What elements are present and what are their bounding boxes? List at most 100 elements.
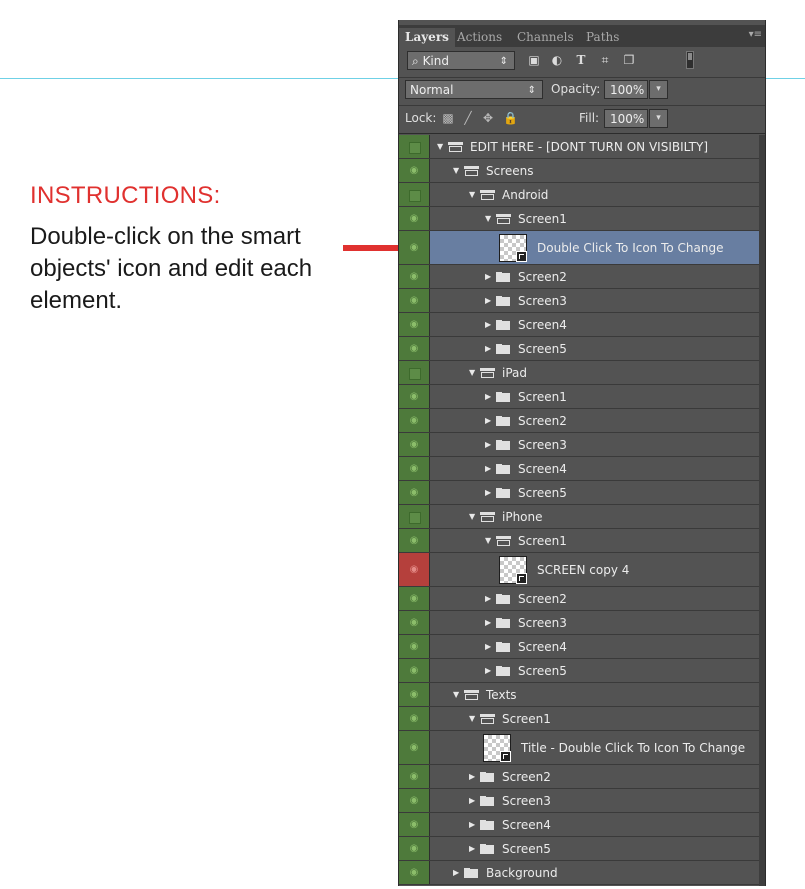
layer-group-row[interactable]: ◉ ▶ Screen2 — [399, 765, 759, 789]
layer-group-row[interactable]: ◉ ▶ Screen3 — [399, 611, 759, 635]
collapse-arrow-icon[interactable]: ▼ — [485, 213, 495, 225]
layer-group-row[interactable]: ◉ ▶ Screen4 — [399, 313, 759, 337]
visibility-toggle[interactable]: ◉ — [399, 337, 430, 360]
visibility-toggle[interactable]: ◉ — [399, 731, 430, 764]
expand-arrow-icon[interactable]: ▶ — [485, 593, 495, 605]
filter-toggle-switch[interactable] — [686, 51, 694, 69]
tab-layers[interactable]: Layers — [399, 28, 455, 47]
collapse-arrow-icon[interactable]: ▼ — [469, 367, 479, 379]
type-filter-icon[interactable]: T — [574, 53, 588, 67]
layer-group-row[interactable]: ▼ iPhone — [399, 505, 759, 529]
visibility-toggle[interactable]: ◉ — [399, 289, 430, 312]
tab-channels[interactable]: Channels — [511, 28, 580, 47]
layer-group-row[interactable]: ◉ ▶ Screen5 — [399, 337, 759, 361]
fill-input[interactable]: 100% — [604, 109, 648, 128]
expand-arrow-icon[interactable]: ▶ — [485, 391, 495, 403]
visibility-toggle[interactable]: ◉ — [399, 683, 430, 706]
layer-group-row[interactable]: ◉ ▼ Screen1 — [399, 529, 759, 553]
tab-actions[interactable]: Actions — [451, 28, 508, 47]
visibility-toggle[interactable]: ◉ — [399, 313, 430, 336]
expand-arrow-icon[interactable]: ▶ — [485, 463, 495, 475]
fill-dropdown-button[interactable]: ▾ — [649, 109, 668, 128]
layer-group-row[interactable]: ◉ ▶ Screen3 — [399, 789, 759, 813]
adjustment-filter-icon[interactable]: ◐ — [550, 53, 564, 67]
visibility-toggle[interactable]: ◉ — [399, 481, 430, 504]
visibility-toggle[interactable] — [399, 361, 430, 384]
expand-arrow-icon[interactable]: ▶ — [485, 617, 495, 629]
collapse-arrow-icon[interactable]: ▼ — [437, 141, 447, 153]
visibility-toggle[interactable]: ◉ — [399, 611, 430, 634]
layer-group-row[interactable]: ◉ ▶ Screen1 — [399, 385, 759, 409]
layer-group-row[interactable]: ◉ ▶ Screen2 — [399, 265, 759, 289]
layer-group-row[interactable]: ▼ iPad — [399, 361, 759, 385]
expand-arrow-icon[interactable]: ▶ — [485, 487, 495, 499]
filter-kind-select[interactable]: ⌕ Kind ⇕ — [407, 51, 515, 70]
lock-image-brush-icon[interactable]: ╱ — [461, 111, 475, 125]
layer-group-row[interactable]: ◉ ▼ Screen1 — [399, 207, 759, 231]
visibility-toggle[interactable]: ◉ — [399, 159, 430, 182]
shape-filter-icon[interactable]: ⌗ — [598, 53, 612, 67]
layer-group-row[interactable]: ◉ ▼ Texts — [399, 683, 759, 707]
lock-all-padlock-icon[interactable]: 🔒 — [503, 111, 518, 125]
collapse-arrow-icon[interactable]: ▼ — [469, 511, 479, 523]
expand-arrow-icon[interactable]: ▶ — [485, 641, 495, 653]
expand-arrow-icon[interactable]: ▶ — [469, 771, 479, 783]
layer-group-row[interactable]: ◉ ▶ Screen4 — [399, 457, 759, 481]
lock-transparent-icon[interactable]: ▩ — [441, 111, 455, 125]
visibility-toggle[interactable] — [399, 505, 430, 528]
expand-arrow-icon[interactable]: ▶ — [485, 439, 495, 451]
visibility-toggle[interactable]: ◉ — [399, 231, 430, 264]
visibility-toggle[interactable]: ◉ — [399, 457, 430, 480]
expand-arrow-icon[interactable]: ▶ — [485, 415, 495, 427]
layer-group-row[interactable]: ◉ ▶ Screen3 — [399, 433, 759, 457]
collapse-arrow-icon[interactable]: ▼ — [453, 165, 463, 177]
smart-object-layer-row[interactable]: ◉ Double Click To Icon To Change — [399, 231, 759, 265]
opacity-input[interactable]: 100% — [604, 80, 648, 99]
visibility-toggle[interactable]: ◉ — [399, 587, 430, 610]
expand-arrow-icon[interactable]: ▶ — [469, 819, 479, 831]
visibility-toggle[interactable]: ◉ — [399, 813, 430, 836]
visibility-toggle[interactable]: ◉ — [399, 707, 430, 730]
smart-object-layer-row[interactable]: ◉ SCREEN copy 4 — [399, 553, 759, 587]
layers-scrollbar[interactable] — [759, 135, 765, 886]
layer-group-row[interactable]: ◉ ▶ Screen3 — [399, 289, 759, 313]
collapse-arrow-icon[interactable]: ▼ — [453, 689, 463, 701]
visibility-toggle[interactable]: ◉ — [399, 765, 430, 788]
visibility-toggle[interactable]: ◉ — [399, 659, 430, 682]
layer-group-row[interactable]: ▼ Android — [399, 183, 759, 207]
layer-group-row[interactable]: ◉ ▶ Screen2 — [399, 587, 759, 611]
blend-mode-select[interactable]: Normal ⇕ — [405, 80, 543, 99]
opacity-dropdown-button[interactable]: ▾ — [649, 80, 668, 99]
visibility-toggle[interactable]: ◉ — [399, 837, 430, 860]
expand-arrow-icon[interactable]: ▶ — [469, 843, 479, 855]
layer-group-row[interactable]: ◉ ▶ Screen2 — [399, 409, 759, 433]
visibility-toggle[interactable]: ◉ — [399, 385, 430, 408]
visibility-toggle[interactable]: ◉ — [399, 433, 430, 456]
visibility-toggle[interactable]: ◉ — [399, 409, 430, 432]
smart-object-layer-row[interactable]: ◉ Title - Double Click To Icon To Change — [399, 731, 759, 765]
panel-menu-icon[interactable]: ▾≡ — [749, 29, 762, 40]
collapse-arrow-icon[interactable]: ▼ — [469, 713, 479, 725]
layer-group-row[interactable]: ◉ ▶ Screen5 — [399, 659, 759, 683]
layer-group-row[interactable]: ▼ EDIT HERE - [DONT TURN ON VISIBILTY] — [399, 135, 759, 159]
visibility-toggle[interactable]: ◉ — [399, 861, 430, 884]
expand-arrow-icon[interactable]: ▶ — [469, 795, 479, 807]
lock-position-move-icon[interactable]: ✥ — [481, 111, 495, 125]
collapse-arrow-icon[interactable]: ▼ — [485, 535, 495, 547]
layer-group-row[interactable]: ◉ ▼ Screens — [399, 159, 759, 183]
layer-group-row[interactable]: ◉ ▶ Screen5 — [399, 481, 759, 505]
collapse-arrow-icon[interactable]: ▼ — [469, 189, 479, 201]
visibility-toggle[interactable]: ◉ — [399, 529, 430, 552]
expand-arrow-icon[interactable]: ▶ — [485, 665, 495, 677]
visibility-toggle[interactable]: ◉ — [399, 553, 430, 586]
layer-thumbnail[interactable] — [499, 556, 527, 584]
expand-arrow-icon[interactable]: ▶ — [453, 867, 463, 879]
layer-thumbnail[interactable] — [483, 734, 511, 762]
image-filter-icon[interactable]: ▣ — [527, 53, 541, 67]
layer-group-row[interactable]: ◉ ▶ Screen4 — [399, 813, 759, 837]
visibility-toggle[interactable]: ◉ — [399, 207, 430, 230]
visibility-toggle[interactable]: ◉ — [399, 789, 430, 812]
layer-group-row[interactable]: ◉ ▼ Screen1 — [399, 707, 759, 731]
visibility-toggle[interactable] — [399, 183, 430, 206]
visibility-toggle[interactable] — [399, 135, 430, 158]
